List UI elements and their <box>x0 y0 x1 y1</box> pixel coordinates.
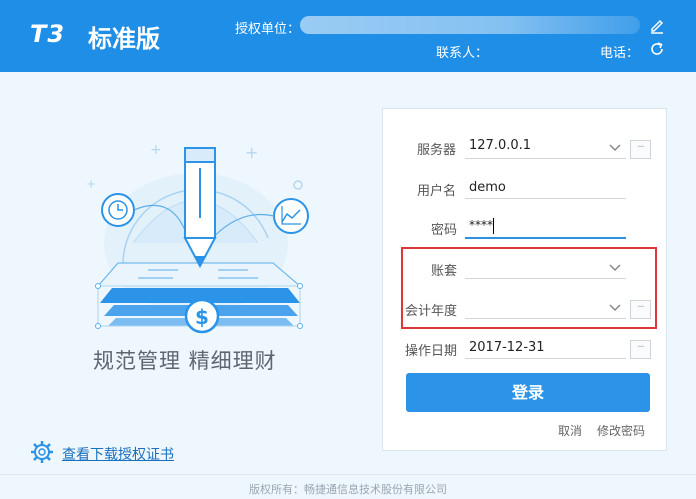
server-more-button[interactable]: ··· <box>630 140 651 159</box>
change-password-link[interactable]: 修改密码 <box>597 422 645 439</box>
edit-icon[interactable] <box>648 17 666 35</box>
server-underline <box>465 158 626 159</box>
username-label: 用户名 <box>417 184 457 199</box>
fiscal-year-label: 会计年度 <box>405 304 458 319</box>
logo-mark: T3 <box>30 20 66 48</box>
account-set-underline <box>465 278 626 279</box>
footer: 版权所有：畅捷通信息技术股份有限公司 <box>0 474 696 499</box>
operate-date-underline <box>465 358 626 359</box>
operate-date-label: 操作日期 <box>405 344 458 359</box>
server-chevron-down-icon[interactable] <box>609 144 621 152</box>
password-label: 密码 <box>431 223 458 238</box>
fiscal-year-more-button[interactable]: ··· <box>630 300 651 319</box>
phone-label: 电话： <box>600 46 640 61</box>
svg-text:$: $ <box>195 305 209 329</box>
username-underline <box>465 198 626 199</box>
login-button[interactable]: 登录 <box>406 373 650 412</box>
fiscal-year-chevron-down-icon[interactable] <box>609 304 621 312</box>
contact-label: 联系人： <box>436 46 489 61</box>
svg-text:+: + <box>150 142 162 158</box>
title-bar: T3 标准版 授权单位： 联系人： 电话： <box>0 0 696 72</box>
operate-date-field[interactable]: 2017-12-31 <box>469 340 545 355</box>
account-set-chevron-down-icon[interactable] <box>609 264 621 272</box>
finance-illustration: + + + $ <box>86 142 309 334</box>
product-name: 标准版 <box>88 25 160 53</box>
password-field[interactable]: **** <box>469 218 493 232</box>
svg-text:+: + <box>245 143 258 162</box>
password-focus-underline <box>465 237 626 239</box>
operate-date-picker-button[interactable]: ··· <box>630 340 651 359</box>
slogan: 规范管理 精细理财 <box>93 349 277 373</box>
server-label: 服务器 <box>417 143 457 158</box>
svg-text:+: + <box>86 177 96 191</box>
username-field[interactable]: demo <box>469 180 506 195</box>
text-caret <box>493 218 494 234</box>
server-select[interactable]: 127.0.0.1 <box>469 138 531 153</box>
certificate-gear-icon[interactable] <box>30 440 54 464</box>
fiscal-year-underline <box>465 318 626 319</box>
cancel-link[interactable]: 取消 <box>558 422 582 439</box>
view-download-license-link[interactable]: 查看下载授权证书 <box>62 444 174 464</box>
licensee-label: 授权单位： <box>235 22 301 37</box>
licensee-value-redacted <box>300 16 640 34</box>
account-set-label: 账套 <box>431 264 458 279</box>
refresh-icon[interactable] <box>648 40 666 58</box>
copyright-text: 版权所有：畅捷通信息技术股份有限公司 <box>249 483 447 496</box>
